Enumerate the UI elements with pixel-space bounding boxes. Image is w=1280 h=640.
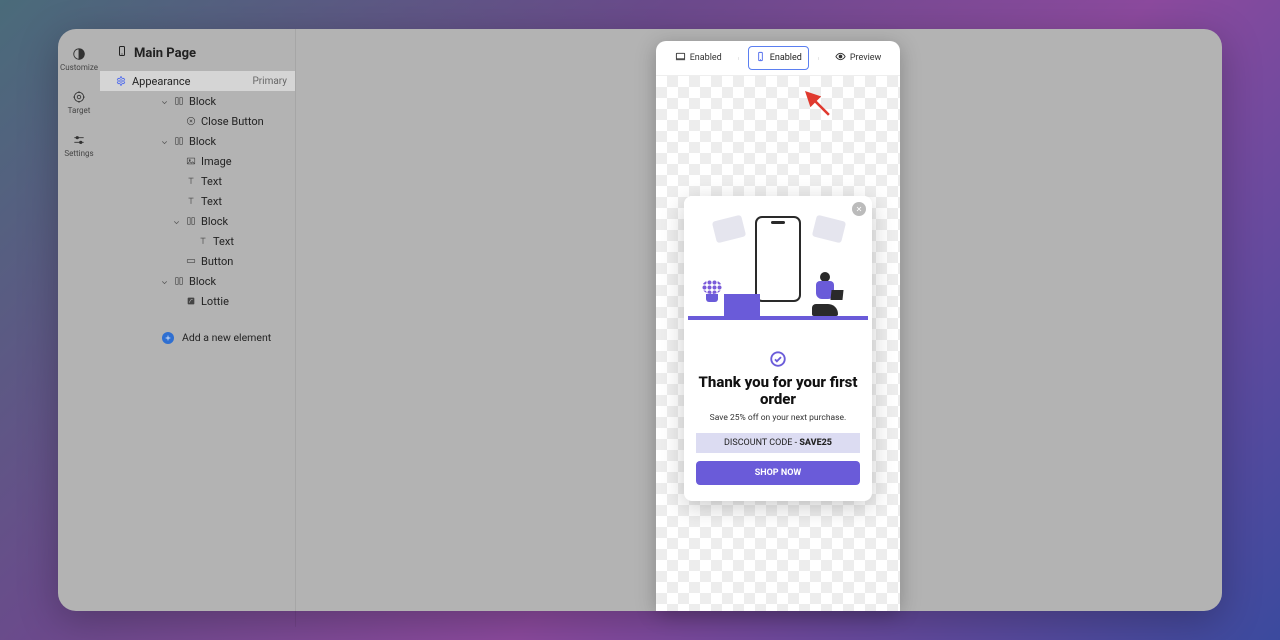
gear-icon — [116, 76, 126, 86]
tree-label: Lottie — [201, 295, 287, 308]
tree-label: Text — [201, 195, 287, 208]
tree-item[interactable]: Text — [100, 231, 295, 251]
popup-headline: Thank you for your first order — [696, 374, 860, 409]
close-circle-icon — [186, 116, 196, 126]
desktop-menu[interactable] — [737, 54, 740, 63]
page-title: Main Page — [100, 45, 295, 71]
mobile-toggle[interactable]: Enabled — [748, 46, 809, 70]
rail-label: Settings — [64, 149, 93, 158]
rail-label: Customize — [60, 63, 98, 72]
columns-icon — [174, 136, 184, 146]
preview-button[interactable]: Preview — [828, 46, 888, 70]
rail-customize[interactable]: Customize — [60, 47, 98, 72]
tree-label: Block — [189, 135, 287, 148]
popup-card: Thank you for your first order Save 25% … — [684, 196, 872, 501]
text-icon — [186, 196, 196, 206]
target-icon — [72, 90, 86, 104]
popup-coupon: DISCOUNT CODE - SAVE25 — [696, 433, 860, 453]
chevron-down-icon — [172, 217, 181, 226]
desktop-label: Enabled — [690, 53, 722, 63]
tree-block[interactable]: Block — [100, 211, 295, 231]
add-element-label: Add a new element — [182, 331, 271, 344]
mobile-menu[interactable] — [817, 54, 820, 63]
mobile-label: Enabled — [770, 53, 802, 63]
tree-label: Text — [201, 175, 287, 188]
rail-label: Target — [68, 106, 91, 115]
columns-icon — [174, 96, 184, 106]
preview-label: Preview — [850, 53, 881, 63]
button-icon — [186, 256, 196, 266]
tree-label: Image — [201, 155, 287, 168]
rail-target[interactable]: Target — [68, 90, 91, 115]
tree-item[interactable]: Lottie — [100, 291, 295, 311]
tree-block[interactable]: Block — [100, 91, 295, 111]
annotation-arrow — [800, 86, 834, 124]
desktop-icon — [675, 51, 686, 65]
appearance-label: Appearance — [132, 75, 191, 88]
chevron-down-icon — [160, 137, 169, 146]
check-icon — [769, 350, 787, 368]
sidebar: Main Page Appearance Primary Block Close … — [100, 29, 296, 627]
tree-label: Button — [201, 255, 287, 268]
contrast-icon — [72, 47, 86, 61]
tree-block[interactable]: Block — [100, 271, 295, 291]
mobile-icon — [116, 45, 128, 61]
chevron-down-icon — [160, 277, 169, 286]
preview-canvas: Thank you for your first order Save 25% … — [656, 76, 900, 611]
plus-icon — [162, 332, 174, 344]
preview-toolbar: Enabled Enabled Preview — [656, 41, 900, 76]
columns-icon — [186, 216, 196, 226]
tree-item[interactable]: Button — [100, 251, 295, 271]
columns-icon — [174, 276, 184, 286]
tree-label: Text — [213, 235, 287, 248]
coupon-prefix: DISCOUNT CODE - — [724, 438, 799, 448]
popup-subline: Save 25% off on your next purchase. — [696, 413, 860, 423]
tree-label: Block — [189, 275, 287, 288]
mobile-icon — [755, 51, 766, 65]
popup-close-button[interactable] — [852, 202, 866, 216]
page-title-text: Main Page — [134, 46, 196, 61]
tree-label: Block — [189, 95, 287, 108]
add-element-button[interactable]: Add a new element — [100, 311, 295, 344]
element-tree: Block Close Button Block Image Text Text Block… — [100, 91, 295, 311]
tree-block[interactable]: Block — [100, 131, 295, 151]
tree-label: Block — [201, 215, 287, 228]
coupon-code: SAVE25 — [799, 438, 832, 448]
chevron-down-icon — [160, 97, 169, 106]
desktop-toggle[interactable]: Enabled — [668, 46, 729, 70]
tree-label: Close Button — [201, 115, 287, 128]
image-icon — [186, 156, 196, 166]
app-shell: Customize Target Settings Main Page Appe… — [58, 29, 1222, 611]
close-icon — [855, 205, 863, 213]
popup-hero-image — [684, 196, 872, 336]
preview-pane: Enabled Enabled Preview — [656, 41, 900, 611]
text-icon — [198, 236, 208, 246]
sliders-icon — [72, 133, 86, 147]
eye-icon — [835, 51, 846, 65]
tree-item[interactable]: Image — [100, 151, 295, 171]
tree-item[interactable]: Text — [100, 191, 295, 211]
appearance-row[interactable]: Appearance Primary — [100, 71, 295, 91]
left-rail: Customize Target Settings — [58, 29, 100, 629]
text-icon — [186, 176, 196, 186]
rail-settings[interactable]: Settings — [64, 133, 93, 158]
popup-cta-button[interactable]: SHOP NOW — [696, 461, 860, 485]
lottie-icon — [186, 296, 196, 306]
tree-item[interactable]: Close Button — [100, 111, 295, 131]
tree-item[interactable]: Text — [100, 171, 295, 191]
appearance-badge: Primary — [252, 76, 287, 87]
